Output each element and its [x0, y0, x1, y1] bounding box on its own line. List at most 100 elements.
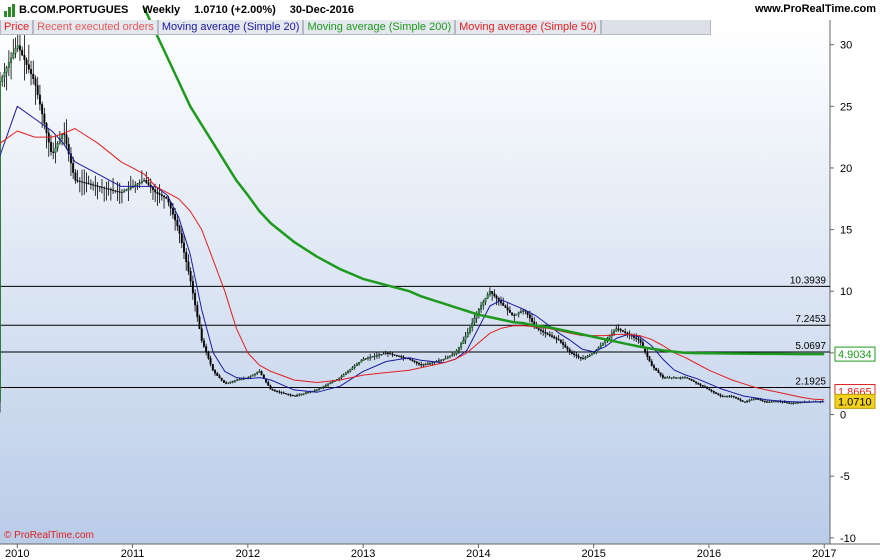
candle-body	[746, 400, 749, 403]
candle-body	[185, 252, 188, 262]
candle-body	[331, 381, 334, 383]
candle-body	[544, 331, 547, 334]
candle-body	[87, 183, 90, 185]
candle-body	[260, 371, 263, 376]
candle-body	[298, 394, 301, 396]
candle-body	[54, 147, 57, 153]
candle-body	[171, 208, 174, 215]
legend-item-ma50[interactable]: Moving average (Simple 50)	[455, 20, 601, 35]
candle-body	[495, 295, 498, 299]
candle-body	[466, 332, 469, 337]
candle-body	[152, 187, 154, 190]
candle-body	[546, 333, 549, 335]
candle-body	[661, 375, 664, 378]
legend-item-ma20[interactable]: Moving average (Simple 20)	[157, 20, 304, 35]
copyright-label: © ProRealTime.com	[4, 530, 94, 541]
candle-body	[794, 402, 797, 404]
candle-body	[418, 362, 420, 365]
candle-body	[225, 382, 228, 384]
candle-body	[74, 172, 77, 181]
last-change-label: 1.0710 (+2.00%)	[194, 4, 276, 16]
candle-body	[50, 142, 52, 152]
candle-body	[373, 355, 376, 357]
candle-body	[120, 191, 123, 194]
candle-body	[371, 356, 374, 358]
site-url-label[interactable]: www.ProRealTime.com	[755, 3, 876, 15]
candle-body	[792, 402, 795, 404]
candle-body	[710, 389, 713, 392]
candle-body	[183, 242, 185, 253]
candle-body	[726, 395, 729, 397]
y-axis-panel	[830, 20, 880, 544]
candle-body	[763, 400, 766, 402]
candle-body	[497, 298, 500, 301]
candle-body	[551, 335, 553, 337]
legend-item-hidden[interactable]	[600, 20, 711, 35]
plot-area[interactable]	[0, 20, 830, 544]
candle-body	[362, 358, 365, 361]
candle-body	[488, 291, 491, 295]
candle-body	[187, 261, 190, 272]
candle-body	[114, 190, 117, 192]
candle-body	[613, 330, 616, 334]
candle-body	[98, 186, 101, 188]
candle-body	[451, 354, 454, 356]
candle-body	[118, 191, 121, 193]
date-label: 30-Dec-2016	[289, 4, 354, 16]
legend-item-recent-orders[interactable]: Recent executed orders	[33, 20, 158, 35]
candle-body	[200, 328, 203, 341]
candle-body	[391, 353, 394, 355]
candle-body	[5, 67, 8, 73]
candle-body	[89, 183, 92, 185]
price-badge-label: 1.0710	[838, 396, 872, 408]
candle-body	[413, 360, 416, 363]
candle-body	[47, 132, 50, 143]
candle-body	[548, 334, 551, 336]
candle-body	[96, 185, 99, 187]
x-tick-label: 2014	[466, 548, 490, 560]
candle-body	[318, 388, 321, 391]
candle-body	[562, 342, 565, 345]
candle-body	[786, 402, 788, 404]
level-label: 10.3939	[790, 275, 827, 286]
candle-body	[189, 271, 192, 282]
candle-body	[218, 375, 221, 379]
candle-body	[81, 181, 83, 183]
price-chart[interactable]: 10.39397.24535.06972.1925 302520151050-5…	[0, 0, 880, 560]
y-tick-label: 0	[840, 410, 846, 422]
candle-body	[400, 356, 403, 358]
candle-body	[83, 182, 86, 184]
candle-body	[431, 362, 434, 364]
candle-body	[384, 352, 387, 354]
candle-body	[271, 389, 274, 391]
candle-body	[251, 374, 254, 377]
timeframe-label[interactable]: Weekly	[142, 4, 180, 16]
candle-body	[712, 391, 715, 393]
candle-body	[160, 194, 163, 197]
candle-body	[282, 392, 285, 394]
candle-body	[755, 398, 757, 400]
candle-body	[639, 339, 642, 343]
candle-body	[599, 345, 602, 348]
candle-body	[380, 354, 383, 356]
candle-body	[138, 182, 141, 184]
candle-body	[608, 335, 611, 339]
candle-body	[604, 340, 607, 344]
candle-body	[1, 76, 4, 82]
candle-body	[21, 50, 24, 56]
candle-body	[675, 377, 678, 379]
x-tick-label: 2016	[697, 548, 721, 560]
candle-body	[506, 307, 509, 311]
legend-item-price[interactable]: Price	[0, 20, 34, 35]
legend-item-ma200[interactable]: Moving average (Simple 200)	[303, 20, 456, 35]
candle-body	[469, 327, 471, 333]
candle-body	[220, 377, 223, 381]
candle-body	[65, 134, 68, 145]
candle-body	[531, 318, 534, 322]
candle-body	[289, 394, 292, 396]
candle-body	[355, 363, 358, 366]
candle-body	[719, 394, 722, 397]
candle-body	[109, 189, 112, 191]
candle-body	[123, 190, 126, 193]
candle-body	[774, 401, 777, 403]
